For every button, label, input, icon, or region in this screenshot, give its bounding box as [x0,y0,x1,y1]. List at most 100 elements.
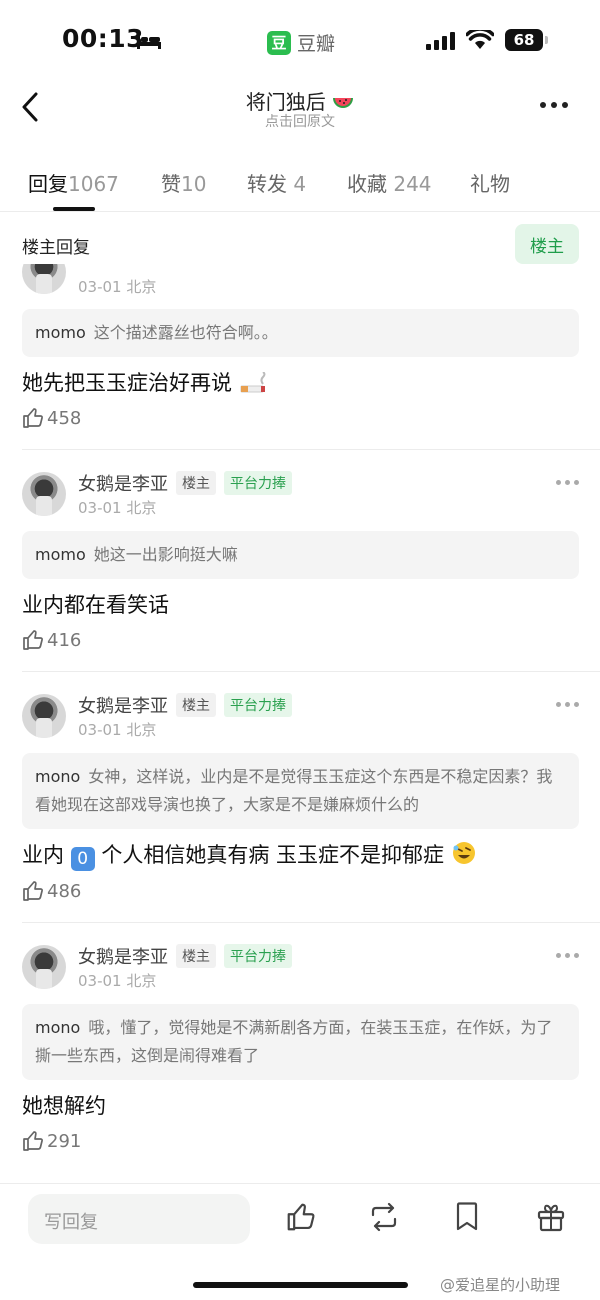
quote-text: 这个描述露丝也符合啊。。 [93,323,278,342]
comment-item: 女鹅是李亚 楼主 平台力捧 03-01 北京 mono 女神，这样说，业内是不是觉… [0,672,600,923]
tab-label: 赞 [161,172,181,196]
tab-replies[interactable]: 回复1067 [28,168,119,197]
signal-icon [426,32,455,50]
like-button[interactable]: 458 [22,407,81,429]
reply-text: 业内 0 个人相信她真有病 玉玉症不是抑郁症 [22,839,477,871]
quoted-reply[interactable]: momo 她这一出影响挺大嘛 [22,531,579,579]
reply-text: 业内都在看笑话 [22,593,169,617]
bed-icon [137,34,161,49]
comment-meta: 03-01 北京 [78,719,156,740]
back-to-original-link[interactable]: 点击回原文 [0,111,600,131]
user-name[interactable]: 女鹅是李亚 [78,943,168,969]
comment-meta: 03-01 北京 [78,970,156,991]
more-icon[interactable] [540,102,568,108]
owner-replies-label: 楼主回复 [22,238,90,258]
user-name[interactable]: 女鹅是李亚 [78,692,168,718]
avatar[interactable] [22,945,66,989]
comment-location: 北京 [126,972,157,990]
comment-location: 北京 [126,721,157,739]
quote-author: mono [35,767,81,786]
comment-more-icon[interactable] [556,953,579,958]
comment-date: 03-01 [78,499,122,517]
gift-icon[interactable] [536,1202,566,1232]
reply-input[interactable]: 写回复 [28,1194,250,1244]
quote-text: 哦，懂了，觉得她是不满新剧各方面，在装玉玉症，在作妖，为了撕一些东西，这倒是闹得… [35,1018,553,1065]
like-button[interactable]: 486 [22,880,81,902]
reply-text-content: 她先把玉玉症治好再说 [22,371,232,395]
battery-tip [545,36,548,44]
tab-label: 转发 [247,172,287,196]
tab-count: 10 [181,172,207,196]
tab-collections[interactable]: 收藏 244 [347,168,432,197]
tab-count: 4 [293,172,307,196]
comment-date: 03-01 [78,972,122,990]
user-name[interactable]: 女鹅是李亚 [78,470,168,496]
owner-badge: 楼主 [176,693,216,717]
quote-author: mono [35,1018,81,1037]
bottom-action-bar: 写回复 @爱追星的小助理 [0,1183,600,1300]
owner-badge: 楼主 [176,944,216,968]
keycap-zero-icon: 0 [70,847,95,871]
quoted-reply[interactable]: momo 这个描述露丝也符合啊。。 [22,309,579,357]
battery-indicator: 68 [505,29,543,51]
comment-item: 女鹅是李亚 楼主 平台力捧 03-01 北京 mono 哦，懂了，觉得她是不满新剧… [0,923,600,1174]
quote-text: 女神，这样说，业内是不是觉得玉玉症这个东西是不稳定因素？我看她现在这部戏导演也换… [35,767,553,814]
comment-more-icon[interactable] [556,702,579,707]
platform-badge: 平台力捧 [224,693,292,717]
thumb-up-icon [23,630,43,650]
comment-meta: 03-01 北京 [78,497,156,518]
like-button[interactable]: 291 [22,1130,81,1152]
thumb-up-icon [23,408,43,428]
watermark: @爱追星的小助理 [440,1276,561,1294]
cigarette-icon [240,372,266,393]
comment-location: 北京 [126,278,157,296]
comment-date: 03-01 [78,721,122,739]
tab-label: 礼物 [470,172,510,196]
reply-text: 她先把玉玉症治好再说 [22,367,269,397]
home-indicator[interactable] [193,1282,408,1288]
reply-text: 她想解约 [22,1094,106,1118]
active-tab-indicator [53,207,95,211]
owner-only-toggle[interactable]: 楼主 [515,224,579,264]
quoted-reply[interactable]: mono 女神，这样说，业内是不是觉得玉玉症这个东西是不稳定因素？我看她现在这部戏… [22,753,579,829]
comment-more-icon[interactable] [556,480,579,485]
comment-user-row: 女鹅是李亚 楼主 平台力捧 [78,470,292,496]
comment-location: 北京 [126,499,157,517]
owner-badge: 楼主 [176,471,216,495]
like-count: 486 [47,880,82,902]
tab-label: 回复 [28,172,68,196]
avatar[interactable] [22,472,66,516]
bookmark-icon[interactable] [455,1202,479,1232]
tab-reposts[interactable]: 转发 4 [247,168,306,197]
status-time: 00:13 [62,24,145,53]
tab-bar: 回复1067 赞10 转发 4 收藏 244 礼物 [0,158,600,212]
tab-likes[interactable]: 赞10 [161,168,206,197]
like-count: 416 [47,629,82,651]
comment-user-row: 女鹅是李亚 楼主 平台力捧 [78,692,292,718]
tab-gifts[interactable]: 礼物 [470,168,510,197]
reply-text-after: 个人相信她真有病 玉玉症不是抑郁症 [101,843,445,867]
like-count: 291 [47,1130,82,1152]
thumb-up-icon[interactable] [286,1202,316,1232]
platform-badge: 平台力捧 [224,471,292,495]
avatar[interactable] [22,694,66,738]
like-button[interactable]: 416 [22,629,81,651]
comment-date: 03-01 [78,278,122,296]
app-name: 豆瓣 [297,33,336,55]
thumb-up-icon [23,881,43,901]
thumb-up-icon [23,1131,43,1151]
comment-user-row: 女鹅是李亚 楼主 平台力捧 [78,943,292,969]
rofl-icon [452,842,475,864]
comment-meta: 03-01 北京 [78,276,156,297]
app-badge[interactable]: 豆 豆瓣 [267,29,335,56]
wifi-icon [466,30,494,49]
repost-icon[interactable] [368,1202,400,1232]
owner-replies-bar: 楼主回复 楼主 [0,222,600,264]
nav-header: 将门独后 点击回原文 [0,80,600,140]
status-bar: 00:13 豆 豆瓣 68 [0,0,600,80]
douban-logo-icon: 豆 [267,30,291,55]
quoted-reply[interactable]: mono 哦，懂了，觉得她是不满新剧各方面，在装玉玉症，在作妖，为了撕一些东西，这… [22,1004,579,1080]
like-count: 458 [47,407,82,429]
tab-label: 收藏 [347,172,387,196]
tab-count: 1067 [68,172,119,196]
